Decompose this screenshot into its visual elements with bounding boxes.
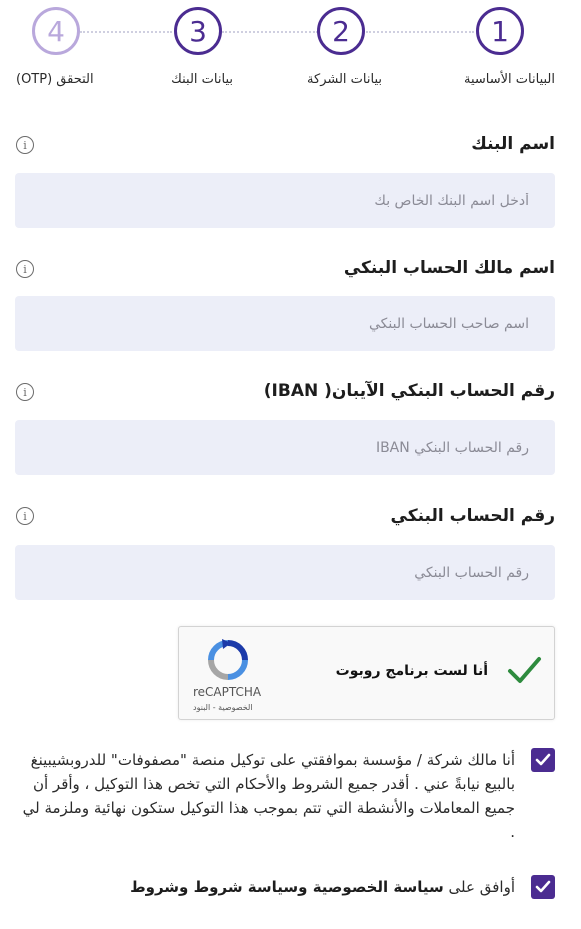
recaptcha-brand: reCAPTCHA (193, 685, 262, 699)
step-3-indicator[interactable]: 3 (174, 7, 222, 55)
account-number-input[interactable] (15, 545, 555, 600)
authorization-text: أنا مالك شركة / مؤسسة بموافقتي على توكيل… (22, 751, 515, 841)
account-holder-label: اسم مالك الحساب البنكي (343, 258, 555, 278)
step-number: 4 (47, 14, 65, 48)
step-number: 2 (332, 14, 350, 48)
step-2-indicator[interactable]: 2 (317, 7, 365, 55)
step-4-indicator: 4 (32, 7, 80, 55)
step-connector (366, 31, 474, 33)
iban-label: رقم الحساب البنكي الآيبان( IBAN) (263, 381, 555, 401)
step-1-label: البيانات الأساسية (464, 72, 555, 87)
step-connector (80, 31, 172, 33)
authorization-agreement: أنا مالك شركة / مؤسسة بموافقتي على توكيل… (15, 748, 555, 848)
info-icon[interactable]: i (16, 260, 34, 278)
account-holder-input[interactable] (15, 296, 555, 351)
privacy-agreement: أوافق على سياسة الخصوصية وسياسة شروط وشر… (15, 875, 555, 929)
progress-stepper: 1 2 3 4 البيانات الأساسية بيانات الشركة … (0, 0, 581, 100)
step-3-label: بيانات البنك (171, 72, 233, 87)
account-number-label: رقم الحساب البنكي (390, 506, 556, 526)
recaptcha-links[interactable]: الخصوصية - البنود (193, 703, 253, 712)
check-icon (535, 753, 551, 766)
recaptcha-label: أنا لست برنامج روبوت (335, 663, 488, 679)
step-number: 3 (189, 14, 207, 48)
step-4-label: التحقق (OTP) (16, 72, 94, 87)
checkmark-icon[interactable] (506, 652, 542, 688)
info-icon[interactable]: i (16, 136, 34, 154)
step-1-indicator[interactable]: 1 (476, 7, 524, 55)
iban-input[interactable] (15, 420, 555, 475)
step-number: 1 (491, 14, 509, 48)
info-icon[interactable]: i (16, 507, 34, 525)
bank-name-input[interactable] (15, 173, 555, 228)
recaptcha-widget: أنا لست برنامج روبوت reCAPTCHA الخصوصية … (178, 626, 555, 720)
authorization-checkbox[interactable] (531, 748, 555, 772)
recaptcha-logo-icon (208, 639, 248, 680)
privacy-checkbox[interactable] (531, 875, 555, 899)
privacy-policy-link[interactable]: سياسة الخصوصية وسياسة شروط وشروط (130, 878, 444, 896)
step-2-label: بيانات الشركة (307, 72, 382, 87)
bank-name-label: اسم البنك (471, 134, 555, 154)
info-icon[interactable]: i (16, 383, 34, 401)
step-connector (222, 31, 318, 33)
check-icon (535, 880, 551, 893)
privacy-prefix: أوافق على (448, 878, 515, 896)
privacy-text: أوافق على سياسة الخصوصية وسياسة شروط وشر… (55, 875, 515, 899)
